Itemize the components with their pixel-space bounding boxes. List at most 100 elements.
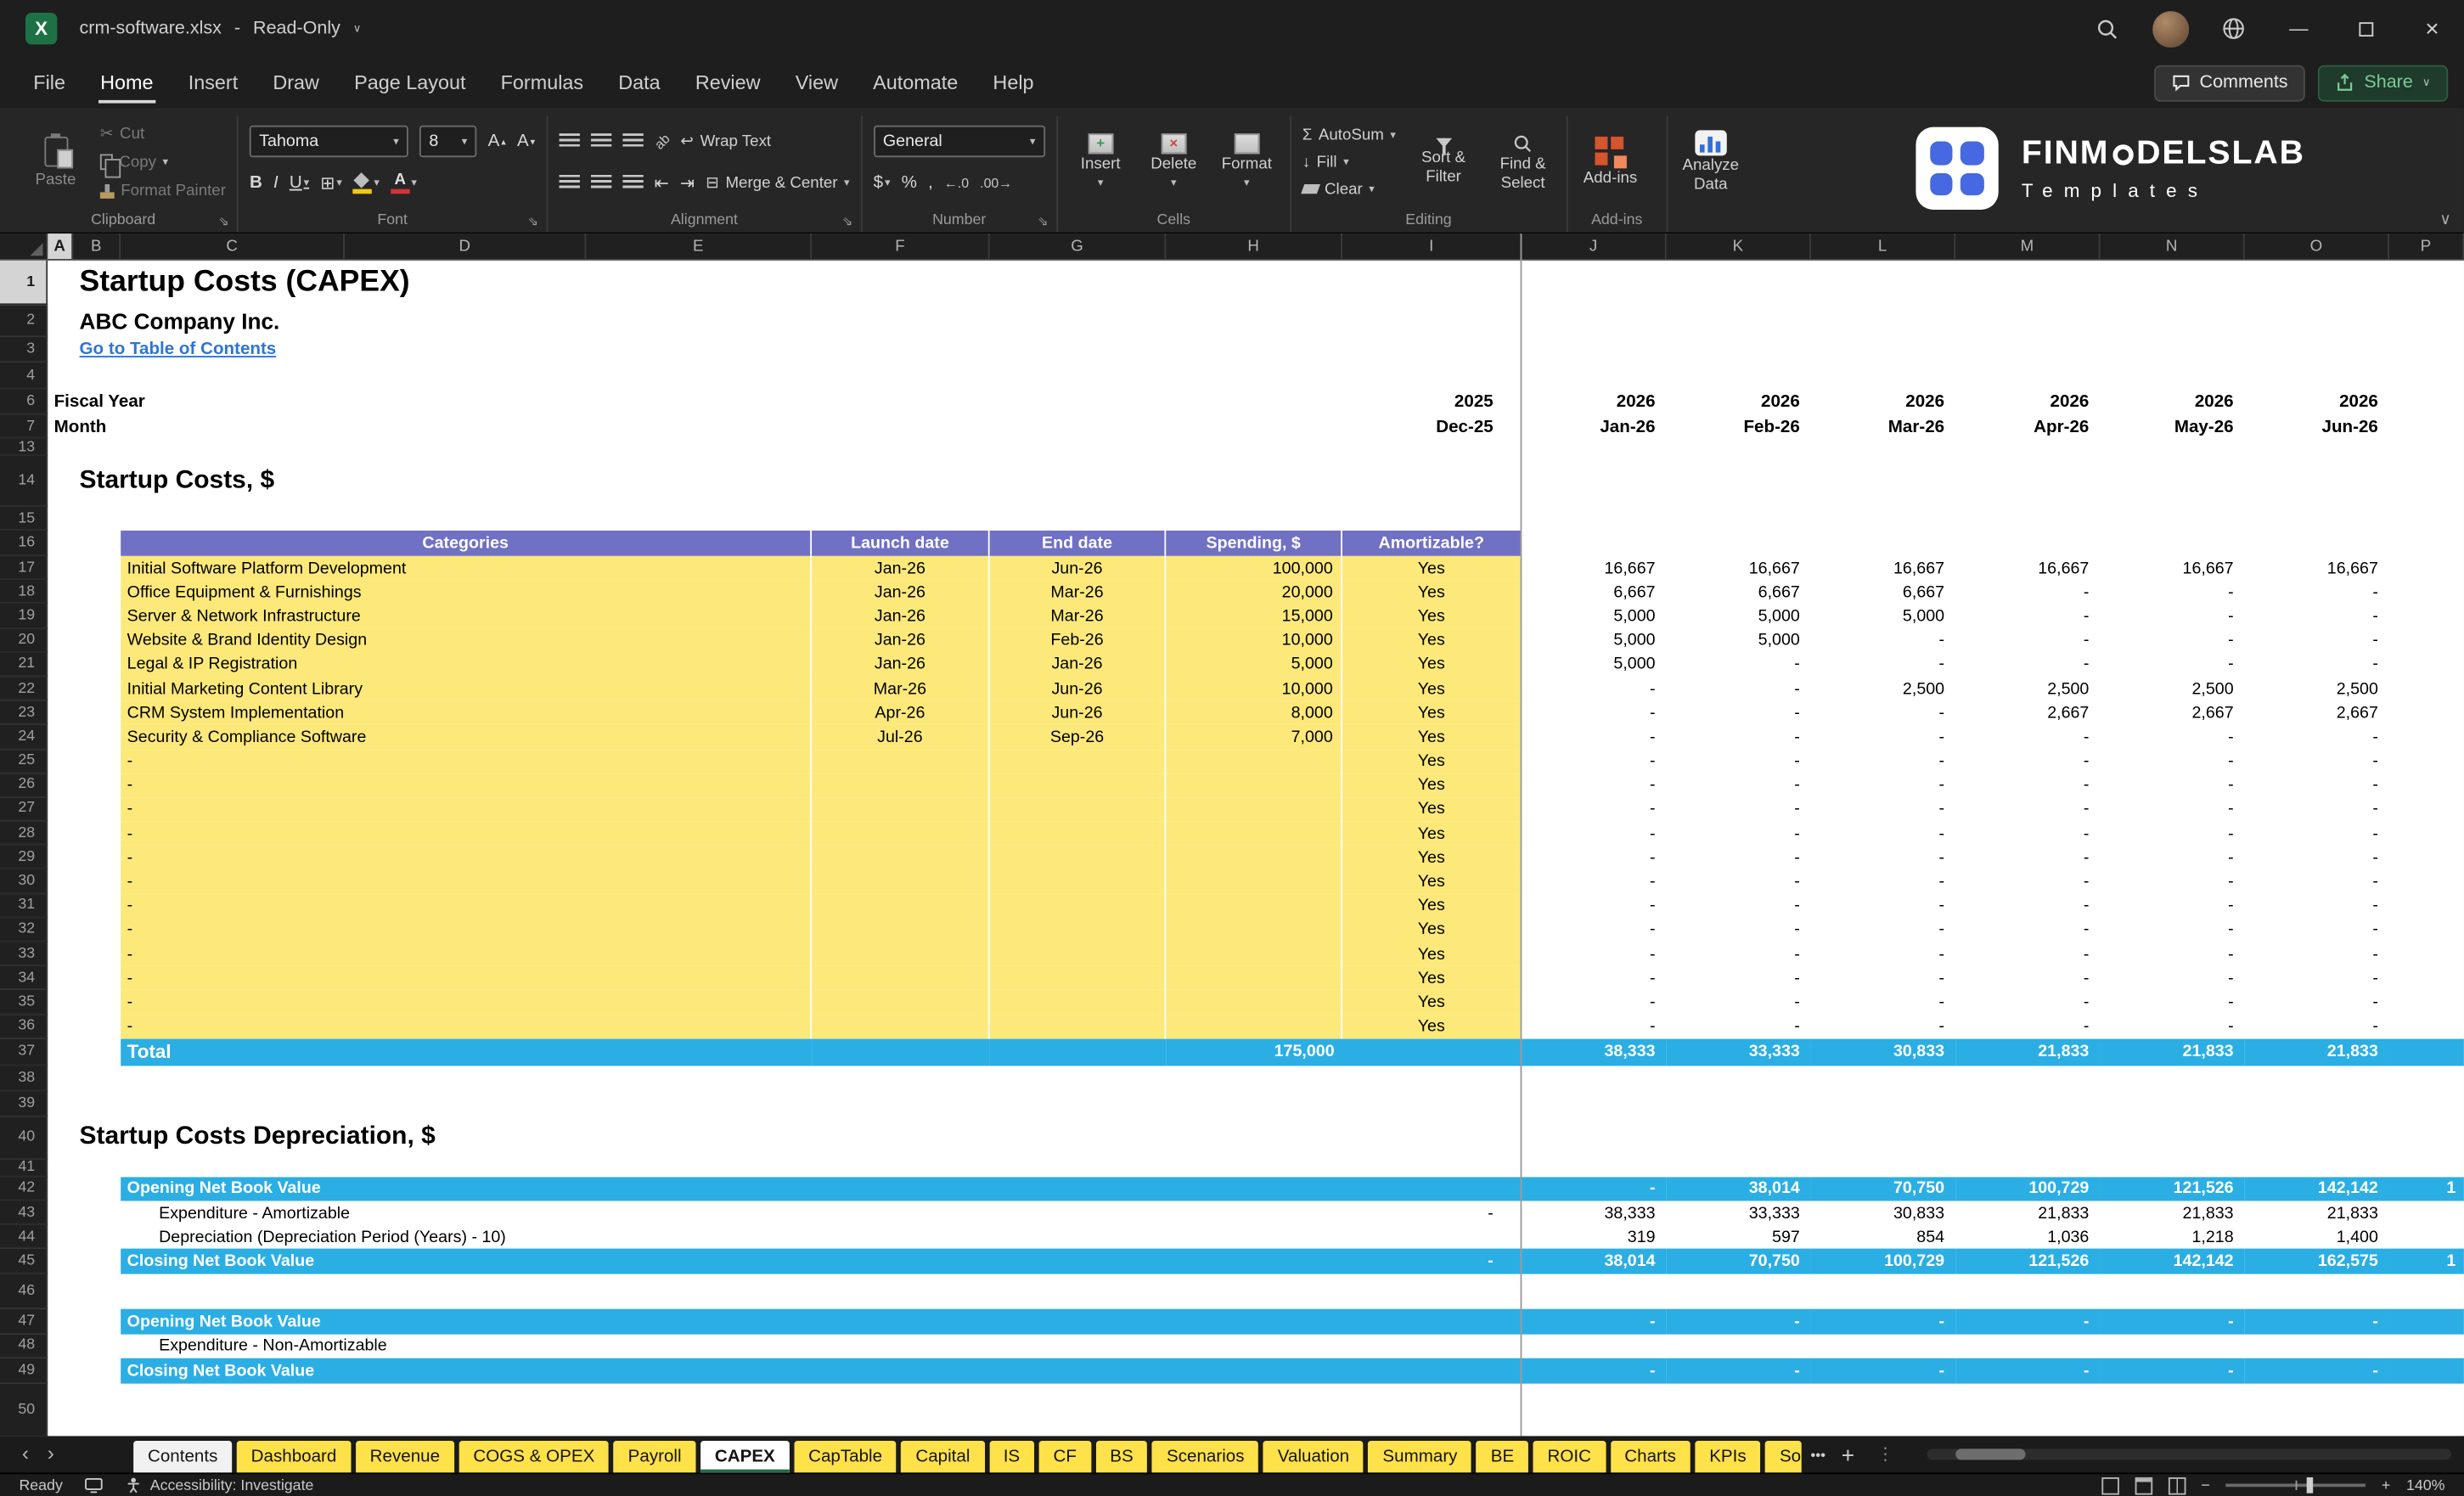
total-month-4[interactable]: 21,833 (2100, 1038, 2245, 1066)
month-col-1-value[interactable]: - (1667, 797, 1811, 821)
band-label[interactable]: Closing Net Book Value (121, 1249, 1342, 1275)
month-col-2-value[interactable]: - (1811, 700, 1955, 724)
end-date-cell[interactable] (989, 942, 1167, 966)
month-col-5-value[interactable]: - (2245, 725, 2389, 749)
column-header-D[interactable]: D (345, 233, 587, 259)
month-col-2-value[interactable]: 30,833 (1811, 1201, 1955, 1224)
end-date-cell[interactable] (989, 821, 1167, 846)
page-break-view-icon[interactable] (2168, 1476, 2186, 1494)
month-col-2-value[interactable]: - (1811, 628, 1955, 652)
month-col-3-value[interactable]: - (1955, 653, 2100, 677)
category-cell[interactable]: - (121, 1014, 813, 1039)
column-header-K[interactable]: K (1667, 233, 1811, 259)
spending-cell[interactable] (1166, 821, 1342, 846)
format-cells-button[interactable]: Format ▾ (1215, 132, 1279, 191)
end-date-cell[interactable] (989, 918, 1167, 942)
month-col-4-value[interactable]: - (2100, 990, 2244, 1014)
month-col-0-value[interactable]: - (1522, 1015, 1666, 1038)
column-header-L[interactable]: L (1811, 233, 1956, 259)
comma-style-button[interactable]: , (928, 173, 933, 192)
toc-link[interactable]: Go to Table of Contents (80, 340, 277, 358)
table-header-3[interactable]: Spending, $ (1166, 530, 1342, 556)
month-col-2-value[interactable]: 100,729 (1810, 1249, 1956, 1275)
month-col-0-value[interactable]: - (1522, 894, 1666, 918)
month-col-2-value[interactable] (1811, 1334, 1955, 1358)
month-col-2-value[interactable]: - (1811, 966, 1955, 990)
month-col-5-value[interactable] (2245, 1334, 2389, 1358)
total-spending[interactable]: 175,000 (1166, 1038, 1342, 1066)
month-col-4-value[interactable]: - (2100, 966, 2244, 990)
category-cell[interactable]: - (121, 773, 813, 798)
end-date-cell[interactable]: Jun-26 (989, 676, 1167, 701)
autosum-button[interactable]: Σ AutoSum ▾ (1302, 123, 1396, 147)
month-col-4-value[interactable]: 1,218 (2100, 1225, 2244, 1249)
empty-cells[interactable] (812, 389, 1342, 414)
dec-25-value[interactable]: - (1342, 1249, 1522, 1275)
menu-tab-home[interactable]: Home (83, 57, 172, 108)
total-cell[interactable] (989, 1038, 1167, 1066)
empty-cells[interactable] (48, 966, 121, 990)
currency-button[interactable]: $ ▾ (874, 173, 891, 192)
fill-button[interactable]: ↓ Fill ▾ (1302, 150, 1396, 174)
sheet-tab-bs[interactable]: BS (1095, 1440, 1148, 1473)
row-header-31[interactable]: 31 (0, 893, 48, 919)
spending-cell[interactable] (1166, 869, 1342, 894)
category-cell[interactable]: Website & Brand Identity Design (121, 628, 813, 653)
partial-col[interactable] (2389, 942, 2464, 966)
launch-date-cell[interactable]: Jan-26 (812, 652, 990, 677)
row-header-25[interactable]: 25 (0, 749, 48, 773)
amortizable-cell[interactable]: Yes (1342, 990, 1522, 1015)
end-date-cell[interactable]: Jun-26 (989, 555, 1167, 581)
month-col-4-value[interactable]: - (2100, 773, 2244, 797)
month-col-1-value[interactable]: - (1667, 942, 1811, 966)
partial-col[interactable] (2389, 700, 2464, 724)
category-cell[interactable]: - (121, 845, 813, 870)
spending-cell[interactable]: 20,000 (1166, 580, 1342, 605)
end-date-cell[interactable]: Mar-26 (989, 604, 1167, 629)
month-col-5-value[interactable]: - (2245, 846, 2389, 869)
row-header-3[interactable]: 3 (0, 336, 48, 363)
row-header-14[interactable]: 14 (0, 455, 48, 507)
percent-button[interactable]: % (902, 173, 917, 192)
month-col-2-value[interactable]: - (1811, 942, 1955, 966)
spending-cell[interactable] (1166, 773, 1342, 798)
month-col-2-value[interactable]: - (1811, 797, 1955, 821)
empty-cells[interactable] (1522, 531, 2464, 556)
end-date-cell[interactable] (989, 893, 1167, 919)
zoom-slider-thumb[interactable] (2306, 1477, 2314, 1493)
month-col-3-value[interactable]: - (1955, 942, 2100, 966)
month-col-5-value[interactable]: - (2245, 942, 2389, 966)
month-col-1-value[interactable]: Feb-26 (1667, 414, 1811, 438)
row-header-17[interactable]: 17 (0, 555, 48, 581)
dec-25-value[interactable]: 2025 (1342, 389, 1522, 414)
blank-cells[interactable] (48, 507, 2464, 531)
dec-25-value[interactable]: - (1342, 1201, 1522, 1224)
sort-filter-button[interactable]: Sort & Filter (1412, 138, 1476, 186)
spending-cell[interactable]: 5,000 (1166, 652, 1342, 677)
empty-cells[interactable] (48, 700, 121, 724)
column-header-I[interactable]: I (1342, 233, 1522, 259)
partial-col[interactable] (2389, 1334, 2464, 1358)
end-date-cell[interactable]: Jun-26 (989, 700, 1167, 725)
month-col-3-value[interactable]: - (1955, 846, 2100, 869)
partial-col[interactable] (2389, 797, 2464, 821)
partial-col[interactable] (2389, 580, 2464, 604)
launch-date-cell[interactable] (812, 749, 990, 773)
dec-25-value[interactable] (1342, 1225, 1522, 1249)
sheet-tab-so[interactable]: So (1765, 1440, 1802, 1473)
month-col-2-value[interactable]: - (1811, 725, 1955, 749)
readonly-chevron-icon[interactable]: ∨ (353, 22, 362, 35)
bold-button[interactable]: B (250, 173, 262, 192)
month-col-3-value[interactable]: - (1955, 869, 2100, 893)
empty-cells[interactable] (48, 1309, 121, 1333)
month-col-5-value[interactable]: 2,667 (2245, 700, 2389, 724)
section-header[interactable]: Startup Costs, $ (48, 456, 2464, 507)
month-col-5-value[interactable]: Jun-26 (2245, 414, 2389, 438)
row-header-27[interactable]: 27 (0, 797, 48, 822)
launch-date-cell[interactable]: Jan-26 (812, 580, 990, 605)
month-col-1-value[interactable]: 5,000 (1667, 628, 1811, 652)
partial-col[interactable] (2388, 1038, 2464, 1066)
table-header-4[interactable]: Amortizable? (1342, 530, 1522, 556)
format-painter-button[interactable]: Format Painter (99, 178, 226, 202)
row-header-36[interactable]: 36 (0, 1014, 48, 1039)
